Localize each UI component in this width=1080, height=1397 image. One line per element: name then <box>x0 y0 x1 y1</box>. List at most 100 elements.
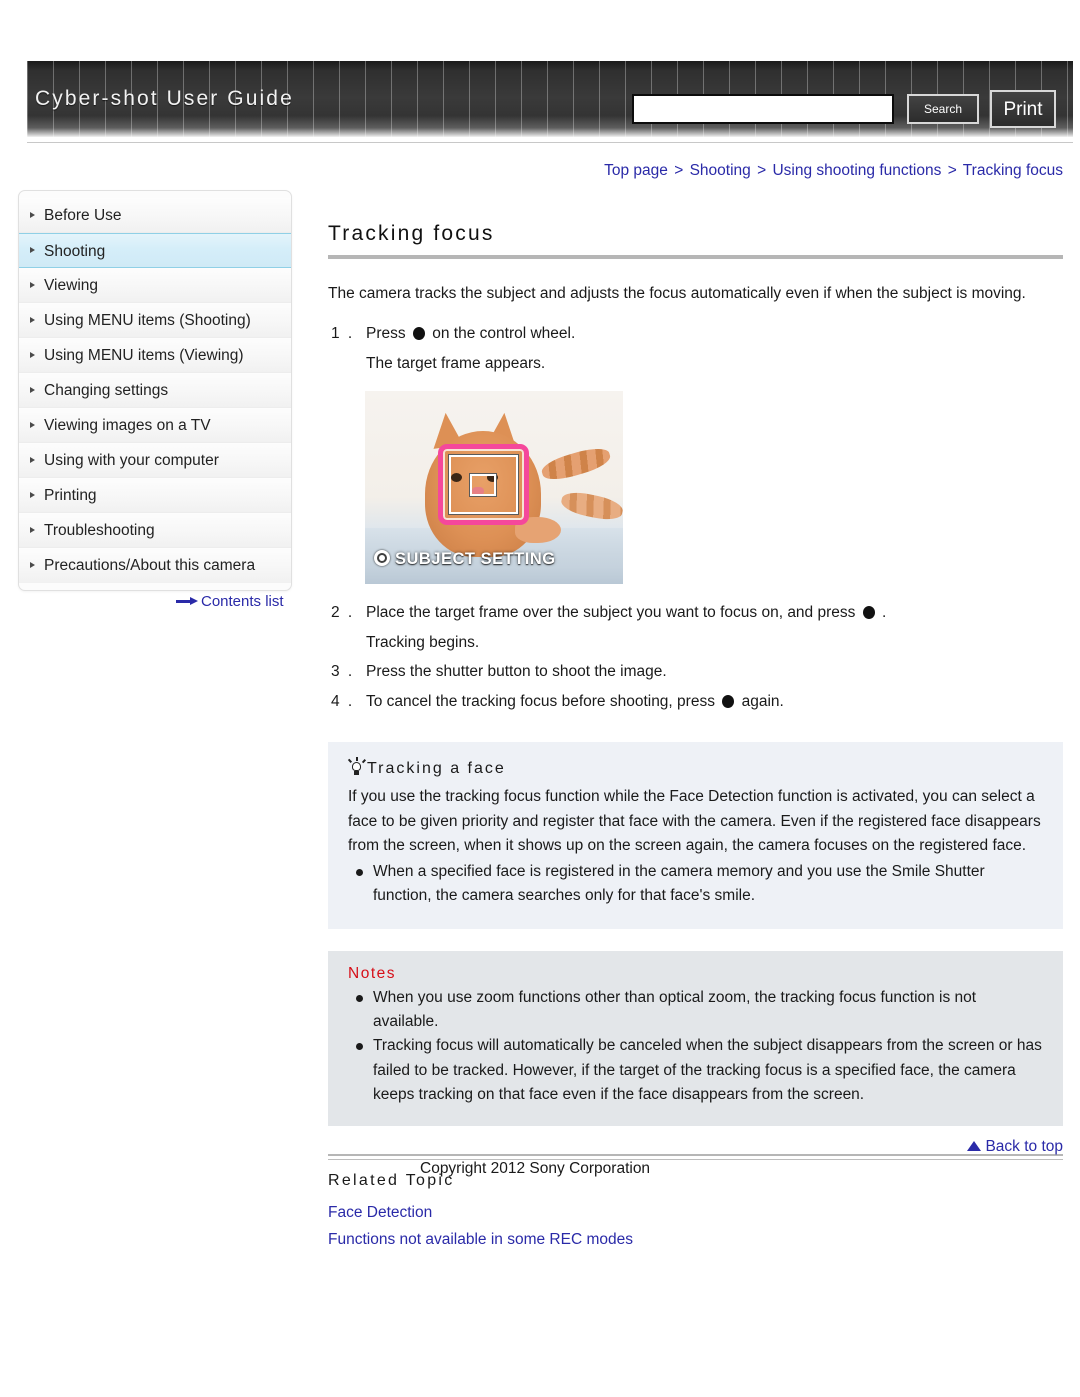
sidebar-item-changing-settings[interactable]: Changing settings <box>19 373 291 408</box>
sidebar-item-label: Precautions/About this camera <box>44 557 256 574</box>
search-input[interactable] <box>632 94 894 124</box>
breadcrumb-item-shooting[interactable]: Shooting <box>690 162 751 179</box>
triangle-up-icon <box>967 1141 982 1151</box>
tip-title: Tracking a face <box>347 757 1043 778</box>
tip-bullet-list: When a specified face is registered in t… <box>348 860 1043 909</box>
related-link-functions-not-available[interactable]: Functions not available in some REC mode… <box>328 1226 1063 1253</box>
notes-bullet-item: Tracking focus will automatically be can… <box>348 1034 1043 1107</box>
subject-setting-label: SUBJECT SETTING <box>395 550 556 569</box>
page-root: Cyber-shot User Guide Search Print Top p… <box>0 0 1080 1397</box>
notes-title: Notes <box>348 964 396 982</box>
triangle-right-icon <box>30 247 35 253</box>
sidebar-item-troubleshooting[interactable]: Troubleshooting <box>19 513 291 548</box>
tip-body: If you use the tracking focus function w… <box>348 785 1043 908</box>
site-header: Cyber-shot User Guide Search Print <box>27 61 1073 137</box>
triangle-right-icon <box>30 386 35 393</box>
tip-title-label: Tracking a face <box>367 760 506 778</box>
triangle-right-icon <box>30 562 35 568</box>
subject-setting-osd: SUBJECT SETTING <box>373 549 556 569</box>
breadcrumb: Top page > Shooting > Using shooting fun… <box>0 162 1063 180</box>
triangle-right-icon <box>30 456 35 463</box>
triangle-right-icon <box>30 351 35 358</box>
step-text-after: . <box>882 604 887 622</box>
target-crosshair-icon <box>373 549 391 567</box>
sidebar-item-using-menu-items-shooting[interactable]: Using MENU items (Shooting) <box>19 303 291 338</box>
step-text-before: Place the target frame over the subject … <box>366 604 856 622</box>
sidebar-nav: Before Use Shooting Viewing Using MENU i… <box>18 190 292 591</box>
step-text-after: on the control wheel. <box>432 325 576 343</box>
sidebar-item-label: Changing settings <box>44 382 169 399</box>
notes-bullet-list: When you use zoom functions other than o… <box>348 986 1043 1108</box>
step-number: 3 . <box>331 663 355 681</box>
breadcrumb-item-using-shooting-functions[interactable]: Using shooting functions <box>772 162 941 179</box>
print-button[interactable]: Print <box>990 90 1056 128</box>
triangle-right-icon <box>30 526 35 533</box>
sidebar-item-viewing-images-on-a-tv[interactable]: Viewing images on a TV <box>19 408 291 443</box>
step-1: 1 . Press on the control wheel. The targ… <box>328 319 1063 378</box>
search-button[interactable]: Search <box>907 94 979 124</box>
sidebar-item-label: Using with your computer <box>44 452 219 469</box>
tip-box: Tracking a face If you use the tracking … <box>328 742 1063 929</box>
back-to-top-label: Back to top <box>985 1138 1063 1155</box>
arrow-right-icon <box>176 596 198 606</box>
breadcrumb-separator: > <box>757 162 767 179</box>
notes-bullet-item: When you use zoom functions other than o… <box>348 986 1043 1035</box>
step-text-before: Press <box>366 325 406 343</box>
contents-list-link[interactable]: Contents list <box>176 593 284 610</box>
control-wheel-center-button-icon <box>862 606 875 620</box>
step-2: 2 . Place the target frame over the subj… <box>328 598 1063 657</box>
sidebar-item-label: Viewing <box>44 277 99 294</box>
breadcrumb-item-top-page[interactable]: Top page <box>604 162 668 179</box>
site-title: Cyber-shot User Guide <box>35 87 294 110</box>
sidebar-item-viewing[interactable]: Viewing <box>19 268 291 303</box>
tip-bullet-item: When a specified face is registered in t… <box>348 860 1043 909</box>
tracking-frame-inner <box>469 473 497 498</box>
sidebar-item-precautions-about-this-camera[interactable]: Precautions/About this camera <box>19 548 291 583</box>
step-text-before: To cancel the tracking focus before shoo… <box>366 692 715 710</box>
sidebar-item-label: Using MENU items (Viewing) <box>44 347 244 364</box>
sidebar-item-label: Shooting <box>44 243 106 260</box>
sidebar-item-using-with-your-computer[interactable]: Using with your computer <box>19 443 291 478</box>
step-text-before: Press the shutter button to shoot the im… <box>366 663 667 681</box>
step-sub-text: The target frame appears. <box>366 354 546 372</box>
notes-box: Notes When you use zoom functions other … <box>328 950 1063 1126</box>
title-divider <box>328 255 1063 259</box>
header-divider <box>27 142 1073 143</box>
breadcrumb-item-tracking-focus[interactable]: Tracking focus <box>963 162 1063 179</box>
control-wheel-center-button-icon <box>412 327 425 341</box>
step-number: 4 . <box>331 692 355 710</box>
lightbulb-icon <box>347 757 366 776</box>
breadcrumb-separator: > <box>674 162 684 179</box>
main-content: Tracking focus The camera tracks the sub… <box>328 222 1063 1253</box>
triangle-right-icon <box>30 281 35 288</box>
related-link-face-detection[interactable]: Face Detection <box>328 1199 1063 1226</box>
sidebar-item-label: Troubleshooting <box>44 522 155 539</box>
triangle-right-icon <box>30 491 35 498</box>
sidebar-item-label: Viewing images on a TV <box>44 417 211 434</box>
sidebar-item-label: Printing <box>44 487 97 504</box>
sidebar-item-label: Before Use <box>44 207 122 224</box>
sidebar-item-shooting[interactable]: Shooting <box>19 233 291 268</box>
step-number: 1 . <box>331 325 355 343</box>
sidebar-item-using-menu-items-viewing[interactable]: Using MENU items (Viewing) <box>19 338 291 373</box>
page-title: Tracking focus <box>328 222 495 245</box>
triangle-right-icon <box>30 316 35 323</box>
back-to-top-link[interactable]: Back to top <box>0 1138 1063 1156</box>
step-4: 4 . To cancel the tracking focus before … <box>328 687 1063 716</box>
triangle-right-icon <box>30 421 35 428</box>
control-wheel-center-button-icon <box>722 694 735 708</box>
sidebar-item-before-use[interactable]: Before Use <box>19 198 291 233</box>
copyright-text: Copyright 2012 Sony Corporation <box>420 1160 651 1177</box>
cat-tail-lower-icon <box>559 489 623 524</box>
step-sub-text: Tracking begins. <box>366 633 480 651</box>
step-3: 3 . Press the shutter button to shoot th… <box>328 657 1063 686</box>
camera-screen-illustration: SUBJECT SETTING <box>365 391 623 585</box>
step-number: 2 . <box>331 604 355 622</box>
breadcrumb-separator: > <box>947 162 957 179</box>
triangle-right-icon <box>30 211 35 218</box>
step-text-after: again. <box>741 692 784 710</box>
sidebar-item-label: Using MENU items (Shooting) <box>44 312 251 329</box>
contents-list-label: Contents list <box>201 593 284 610</box>
sidebar-item-printing[interactable]: Printing <box>19 478 291 513</box>
cat-tail-icon <box>539 444 613 485</box>
